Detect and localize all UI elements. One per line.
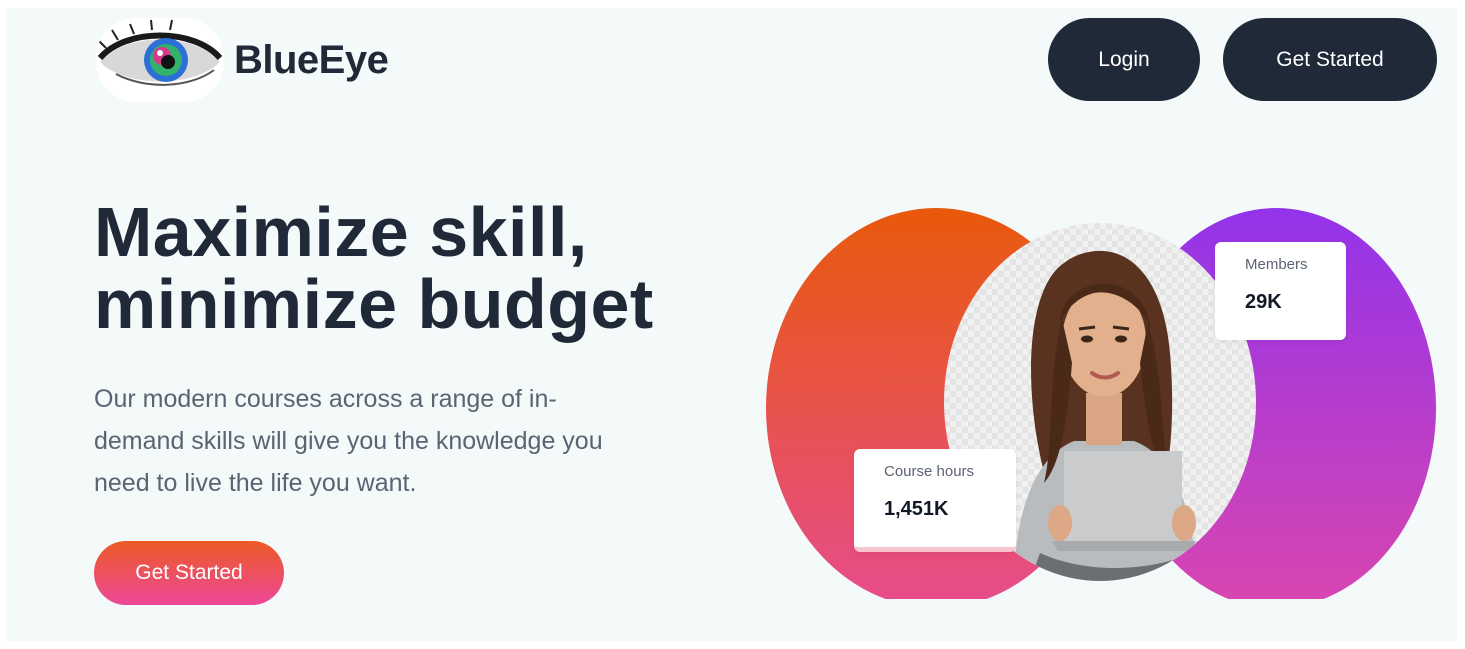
eye-icon [96,18,224,102]
hero-description-line-1: Our modern courses across a range of in- [94,385,557,413]
hero-description: Our modern courses across a range of in-… [94,378,714,504]
hero-title-line-1: Maximize skill, [94,193,588,271]
brand-logo[interactable]: BlueEye [96,18,389,102]
get-started-nav-button[interactable]: Get Started [1223,18,1437,101]
course-hours-stat-label: Course hours [884,463,975,480]
course-hours-stat-card: Course hours 1,451K [854,449,1016,552]
hero-description-line-3: need to live the life you want. [94,469,417,497]
course-hours-stat-value: 1,451K [884,498,949,520]
members-stat-value: 29K [1245,291,1282,313]
landing-page: BlueEye Login Get Started Maximize skill… [6,8,1457,641]
members-stat-card: Members 29K [1215,242,1346,340]
get-started-hero-button[interactable]: Get Started [94,541,284,605]
brand-name: BlueEye [234,37,389,82]
hero-title: Maximize skill, minimize budget [94,196,774,340]
hero-description-line-2: demand skills will give you the knowledg… [94,427,603,455]
login-button[interactable]: Login [1048,18,1200,101]
hero-title-line-2: minimize budget [94,265,654,343]
members-stat-label: Members [1245,256,1308,273]
